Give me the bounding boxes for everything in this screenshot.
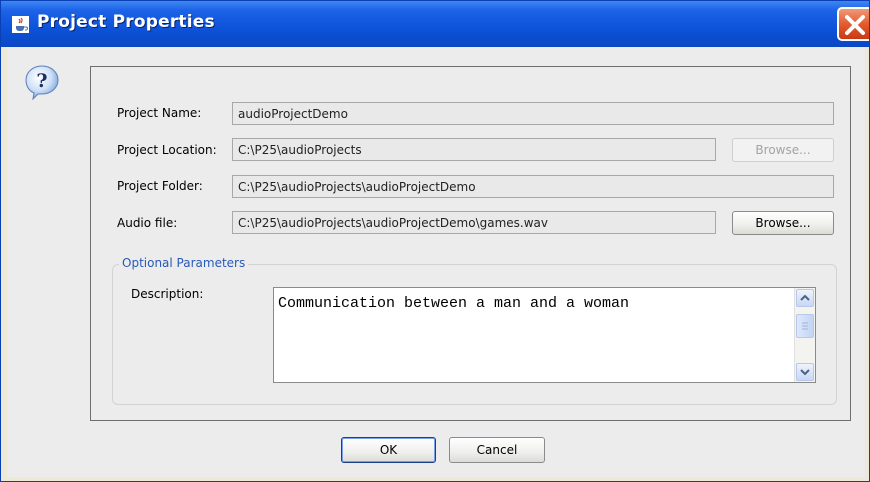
optional-parameters-group: Optional Parameters Description: Communi… — [112, 256, 837, 405]
scroll-up-button[interactable] — [796, 289, 814, 307]
project-folder-field[interactable]: C:\P25\audioProjects\audioProjectDemo — [232, 175, 834, 198]
window-title: Project Properties — [37, 12, 215, 32]
project-location-field[interactable]: C:\P25\audioProjects — [232, 138, 716, 161]
close-icon — [845, 15, 865, 35]
description-text: Communication between a man and a woman — [278, 295, 630, 312]
chevron-down-icon — [800, 369, 810, 376]
scroll-thumb[interactable] — [796, 314, 814, 338]
project-location-label: Project Location: — [117, 143, 217, 157]
project-name-label: Project Name: — [117, 106, 202, 120]
cancel-button[interactable]: Cancel — [449, 437, 545, 463]
audio-browse-button[interactable]: Browse... — [732, 211, 834, 235]
scroll-down-button[interactable] — [796, 363, 814, 381]
ok-button[interactable]: OK — [341, 437, 436, 463]
description-label: Description: — [131, 287, 204, 301]
audio-file-field[interactable]: C:\P25\audioProjects\audioProjectDemo\ga… — [232, 211, 716, 234]
question-icon: ? — [24, 64, 60, 105]
chevron-up-icon — [800, 294, 810, 301]
project-name-field[interactable]: audioProjectDemo — [232, 102, 834, 125]
dialog-body: ? Project Name: audioProjectDemo Project… — [7, 47, 865, 477]
svg-text:?: ? — [36, 70, 47, 92]
title-bar[interactable]: Project Properties — [1, 1, 869, 47]
description-scrollbar[interactable] — [794, 288, 815, 382]
location-browse-button[interactable]: Browse... — [732, 138, 834, 162]
project-folder-label: Project Folder: — [117, 179, 203, 193]
grip-icon — [802, 322, 808, 330]
audio-file-label: Audio file: — [117, 216, 178, 230]
description-textarea[interactable]: Communication between a man and a woman — [273, 287, 816, 383]
properties-panel: Project Name: audioProjectDemo Project L… — [90, 66, 851, 421]
java-cup-icon — [12, 16, 29, 33]
optional-parameters-title: Optional Parameters — [119, 256, 249, 270]
close-button[interactable] — [837, 7, 869, 41]
project-properties-dialog: Project Properties ? Project Name: audio… — [0, 0, 870, 482]
